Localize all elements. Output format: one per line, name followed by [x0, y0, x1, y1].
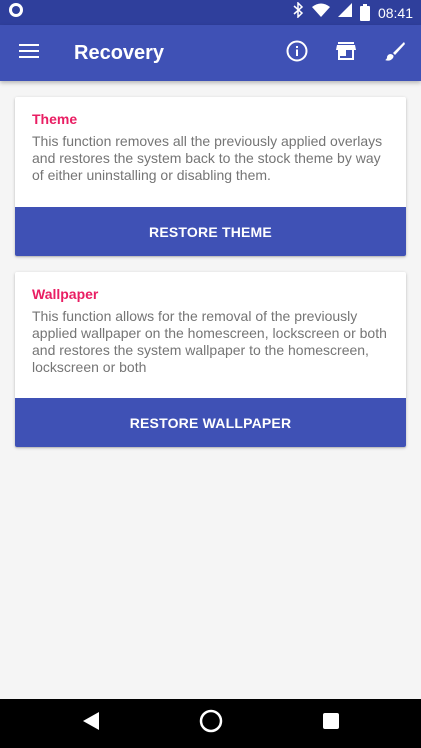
status-time: 08:41	[377, 4, 413, 21]
hamburger-menu-icon	[19, 43, 39, 64]
cell-signal-icon	[337, 3, 352, 22]
recents-icon	[322, 713, 339, 734]
info-icon	[286, 40, 308, 67]
navigation-bar	[0, 699, 421, 748]
restore-wallpaper-button[interactable]: RESTORE WALLPAPER	[15, 398, 406, 447]
store-icon	[335, 41, 356, 65]
wifi-icon	[311, 3, 330, 22]
page-title: Recovery	[74, 41, 165, 64]
store-button[interactable]	[321, 29, 370, 77]
content-area: Theme This function removes all the prev…	[0, 81, 421, 699]
info-button[interactable]	[272, 29, 321, 77]
restore-theme-button[interactable]: RESTORE THEME	[15, 207, 406, 256]
brush-icon	[384, 41, 405, 66]
brush-button[interactable]	[370, 29, 419, 77]
circle-notification-icon	[8, 2, 24, 23]
back-button[interactable]	[31, 699, 151, 748]
menu-button[interactable]	[1, 25, 57, 81]
theme-card: Theme This function removes all the prev…	[15, 97, 406, 256]
bluetooth-icon	[293, 1, 304, 23]
recents-button[interactable]	[271, 699, 391, 748]
card-description: This function removes all the previously…	[32, 133, 383, 183]
card-description: This function allows for the removal of …	[32, 308, 387, 375]
status-bar: 08:41	[0, 0, 421, 25]
back-icon	[82, 712, 99, 735]
card-title: Theme	[32, 111, 78, 127]
card-title: Wallpaper	[32, 286, 99, 302]
home-icon	[199, 709, 223, 738]
app-bar: Recovery	[0, 25, 421, 81]
battery-icon	[359, 4, 370, 21]
wallpaper-card: Wallpaper This function allows for the r…	[15, 272, 406, 447]
home-button[interactable]	[151, 699, 271, 748]
